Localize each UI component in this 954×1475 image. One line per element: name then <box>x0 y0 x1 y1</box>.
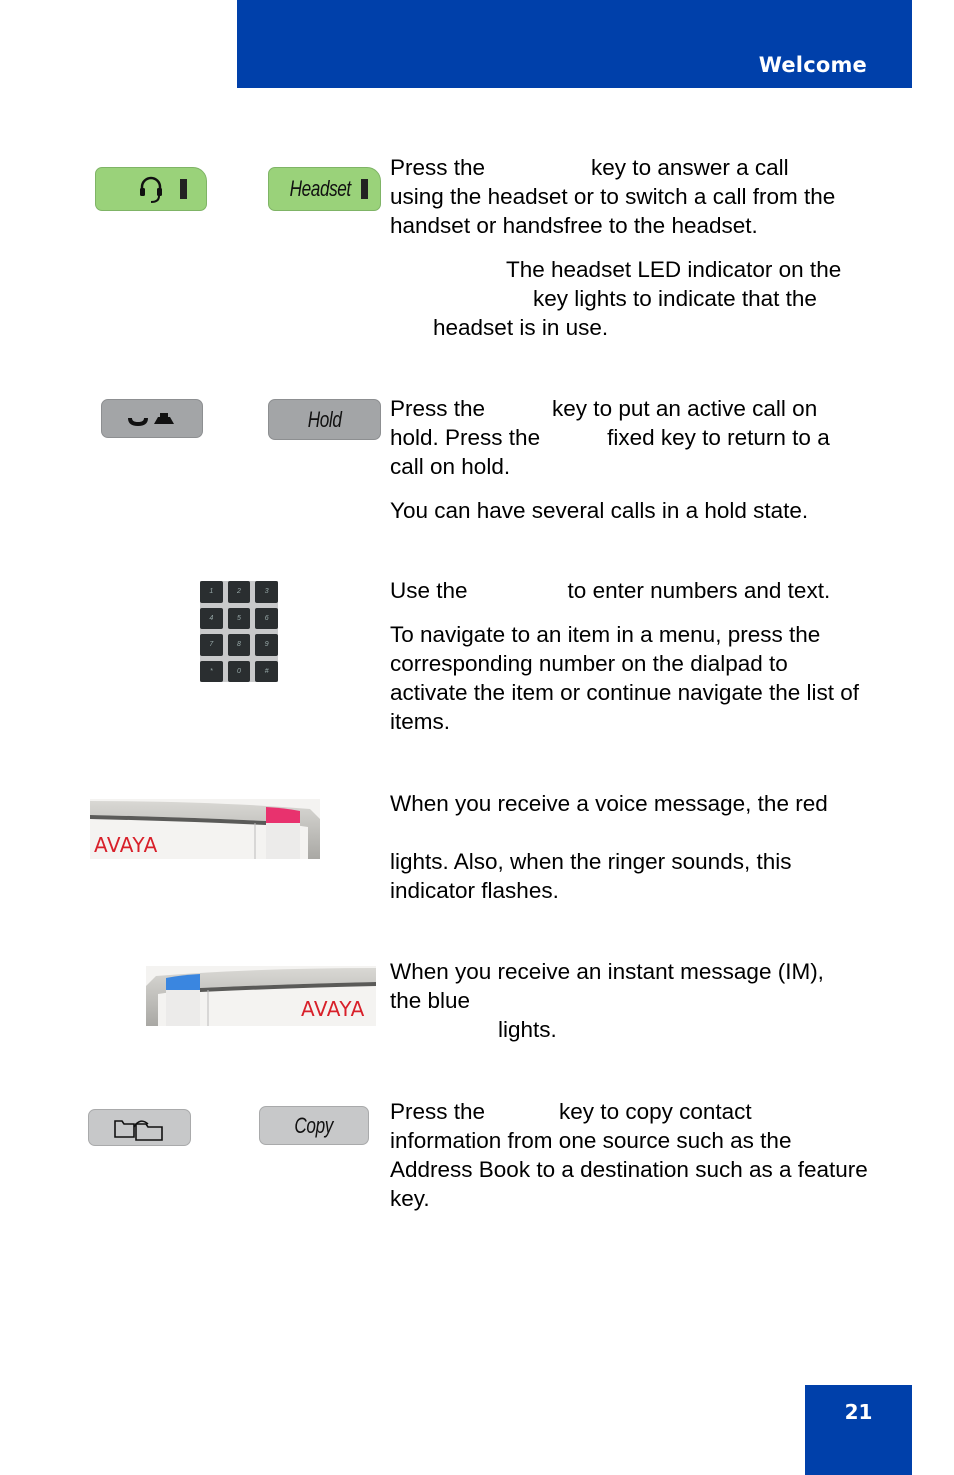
im-indicator-description: When you receive an instant message (IM)… <box>390 957 870 1044</box>
copy-icon-key <box>88 1109 191 1146</box>
dialpad-key: 7 <box>200 634 223 656</box>
dialpad-key: 4 <box>200 607 223 629</box>
dialpad-image: 1 2 3 4 5 6 7 8 9 * 0 # <box>200 581 278 682</box>
text-line: using the headset or to switch a call fr… <box>390 184 836 209</box>
headset-key-label: Headset <box>289 176 351 201</box>
text-line: The headset LED indicator on the <box>506 257 842 282</box>
copy-key-label: Copy <box>294 1112 334 1138</box>
text-line: hold. Press the <box>390 425 541 450</box>
text-line: You can have several calls in a hold sta… <box>390 498 809 523</box>
dialpad-key: 1 <box>200 581 223 603</box>
text-line: Use the <box>390 578 468 603</box>
page-number: 21 <box>844 1400 873 1424</box>
hold-key: Hold <box>268 399 381 440</box>
chapter-title: Welcome <box>758 53 867 77</box>
headset-led-icon <box>179 179 187 199</box>
text-line: key lights to indicate that the <box>533 286 817 311</box>
text-line: to enter numbers and text. <box>567 578 831 603</box>
text-line: key to copy contact <box>559 1099 752 1124</box>
message-indicator-description: When you receive a voice message, the re… <box>390 789 870 905</box>
text-line: lights. <box>498 1017 557 1042</box>
dialpad-key: 2 <box>227 581 251 603</box>
headset-key: Headset <box>268 167 381 211</box>
text-line: Press the <box>390 155 486 180</box>
dialpad-key: 6 <box>255 607 278 629</box>
headset-description: Press the key to answer a call using the … <box>390 153 870 342</box>
text-line: To navigate to an item in a menu, press … <box>390 622 860 734</box>
text-line: information from one source such as the … <box>390 1128 868 1211</box>
hold-handset-icon <box>128 412 174 426</box>
chapter-header-band: Welcome <box>237 0 912 88</box>
message-indicator-image: AVAYA <box>90 799 320 859</box>
text-line: fixed key to return to a <box>607 425 830 450</box>
text-line: headset is in use. <box>433 315 609 340</box>
text-line: Press the <box>390 396 486 421</box>
dialpad-description: Use the to enter numbers and text. To nav… <box>390 576 870 736</box>
text-line: the blue <box>390 988 471 1013</box>
text-line: lights. Also, when the ringer sounds, th… <box>390 849 792 903</box>
dialpad-key: # <box>255 660 278 682</box>
hold-icon-key <box>101 399 203 438</box>
dialpad-key: 3 <box>255 581 278 603</box>
copy-key: Copy <box>259 1106 369 1145</box>
dialpad-key: 9 <box>255 634 278 656</box>
text-line: Press the <box>390 1099 486 1124</box>
im-indicator-image: AVAYA <box>146 966 376 1026</box>
headset-icon <box>139 176 162 203</box>
avaya-logo: AVAYA <box>301 997 365 1021</box>
text-line: When you receive a voice message, the re… <box>390 791 828 816</box>
headset-icon-key <box>95 167 207 211</box>
text-line: When you receive an instant message (IM)… <box>390 959 824 984</box>
dialpad-key: 5 <box>227 607 251 629</box>
dialpad-key: 8 <box>227 634 251 656</box>
dialpad-key: 0 <box>227 660 251 682</box>
headset-key-led-icon <box>361 179 369 199</box>
dialpad-key: * <box>200 660 223 682</box>
text-line: key to answer a call <box>591 155 789 180</box>
text-line: call on hold. <box>390 454 511 479</box>
copy-folders-icon <box>113 1119 163 1141</box>
copy-description: Press the key to copy contact information… <box>390 1097 870 1213</box>
hold-description: Press the key to put an active call on ho… <box>390 394 870 525</box>
hold-key-label: Hold <box>307 406 342 432</box>
text-line: key to put an active call on <box>552 396 818 421</box>
text-line: handset or handsfree to the headset. <box>390 213 758 238</box>
avaya-logo: AVAYA <box>94 833 158 857</box>
page-number-box: 21 <box>805 1385 912 1475</box>
